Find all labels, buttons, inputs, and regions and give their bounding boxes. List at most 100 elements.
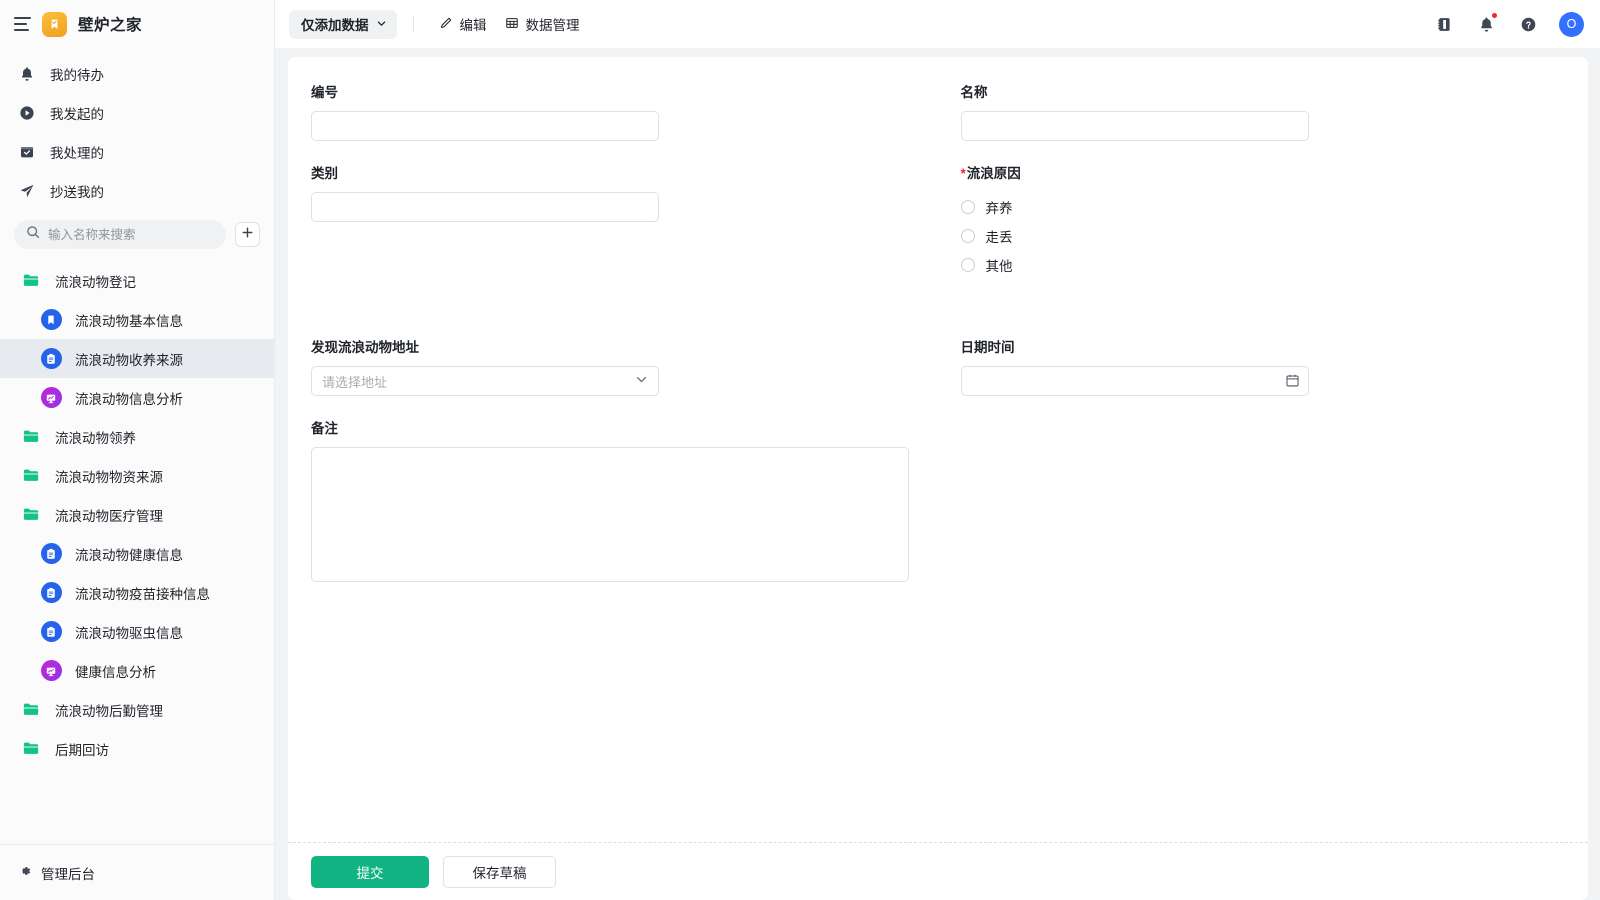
mode-dropdown[interactable]: 仅添加数据 bbox=[289, 9, 397, 39]
field-reason-label: *流浪原因 bbox=[961, 164, 1567, 183]
sidebar-item-label: 我的待办 bbox=[50, 67, 104, 83]
sidebar-tree-item[interactable]: 流浪动物后勤管理 bbox=[0, 690, 274, 729]
send-icon bbox=[18, 183, 36, 199]
content-stage: 编号 名称 类别 *流浪原因 弃养 走丢 其他 发现流浪动物地址 请选择地址 日… bbox=[275, 48, 1600, 900]
sidebar-tree-item[interactable]: 流浪动物健康信息 bbox=[0, 534, 274, 573]
mode-dropdown-label: 仅添加数据 bbox=[301, 18, 369, 33]
table-icon bbox=[505, 16, 519, 33]
sidebar-tree-item[interactable]: 流浪动物驱虫信息 bbox=[0, 612, 274, 651]
sidebar-item-label: 我发起的 bbox=[50, 106, 104, 122]
data-manage-button[interactable]: 数据管理 bbox=[496, 10, 589, 39]
gear-icon bbox=[18, 864, 32, 881]
chevron-down-icon bbox=[635, 373, 648, 389]
topbar-actions: O bbox=[1433, 11, 1584, 37]
avatar[interactable]: O bbox=[1559, 11, 1584, 37]
save-draft-button[interactable]: 保存草稿 bbox=[443, 855, 556, 888]
sidebar-tree-item[interactable]: 后期回访 bbox=[0, 729, 274, 768]
topbar: 仅添加数据 编辑 数据管理 O bbox=[275, 0, 1600, 48]
address-select-placeholder: 请选择地址 bbox=[322, 374, 388, 390]
clipboard-circle-icon bbox=[40, 348, 62, 370]
name-input[interactable] bbox=[960, 111, 1309, 141]
field-code-label: 编号 bbox=[311, 85, 338, 100]
form-grid-row-1: 编号 名称 类别 *流浪原因 弃养 走丢 其他 bbox=[311, 83, 1566, 302]
radio-label: 弃养 bbox=[985, 200, 1013, 216]
sidebar-item-my-todo[interactable]: 我的待办 bbox=[0, 54, 274, 93]
field-category: 类别 bbox=[311, 164, 917, 279]
admin-console-link[interactable]: 管理后台 bbox=[0, 844, 274, 900]
field-remark: 备注 bbox=[311, 419, 1566, 587]
search-box[interactable] bbox=[14, 220, 226, 249]
address-select[interactable]: 请选择地址 bbox=[311, 366, 659, 396]
notebook-icon[interactable] bbox=[1433, 13, 1455, 35]
field-name: 名称 bbox=[960, 83, 1567, 141]
sidebar-tree-item-label: 流浪动物基本信息 bbox=[75, 313, 183, 329]
edit-button-label: 编辑 bbox=[459, 18, 487, 33]
radio-option-abandoned[interactable]: 弃养 bbox=[960, 192, 1567, 221]
toolbar-divider bbox=[412, 15, 414, 33]
hamburger-icon[interactable] bbox=[14, 17, 31, 31]
field-reason-label-text: 流浪原因 bbox=[966, 166, 1021, 181]
data-manage-button-label: 数据管理 bbox=[525, 18, 580, 33]
bookmark-logo-icon bbox=[42, 11, 67, 37]
sidebar-item-my-initiated[interactable]: 我发起的 bbox=[0, 93, 274, 132]
folder-icon bbox=[20, 465, 42, 487]
sidebar-tree-item[interactable]: 流浪动物基本信息 bbox=[0, 300, 274, 339]
app-root: 壁炉之家 我的待办 我发起的 我处理的 抄送我的 输入名称来搜索 流浪动物登记 … bbox=[0, 0, 1600, 900]
field-code: 编号 bbox=[311, 83, 917, 141]
bookmark-circle-icon bbox=[40, 309, 62, 331]
sidebar-tree-item[interactable]: 流浪动物登记 bbox=[0, 261, 274, 300]
datetime-input[interactable] bbox=[960, 366, 1309, 396]
sidebar-tree-item[interactable]: 健康信息分析 bbox=[0, 651, 274, 690]
form-spacer bbox=[311, 302, 1566, 338]
sidebar-tree-item-label: 流浪动物物资来源 bbox=[55, 469, 163, 485]
sidebar-tree-item-label: 流浪动物疫苗接种信息 bbox=[75, 586, 210, 602]
radio-circle-icon bbox=[960, 257, 975, 272]
play-circle-icon bbox=[18, 105, 36, 121]
sidebar-tree-item[interactable]: 流浪动物医疗管理 bbox=[0, 495, 274, 534]
code-input[interactable] bbox=[311, 111, 659, 141]
sidebar: 壁炉之家 我的待办 我发起的 我处理的 抄送我的 输入名称来搜索 流浪动物登记 … bbox=[0, 0, 275, 900]
radio-label: 其他 bbox=[985, 258, 1013, 274]
chart-circle-icon bbox=[40, 387, 62, 409]
chart-circle-icon bbox=[40, 660, 62, 682]
remark-textarea[interactable] bbox=[311, 447, 909, 582]
edit-button[interactable]: 编辑 bbox=[430, 10, 496, 39]
sidebar-item-label: 我处理的 bbox=[50, 145, 104, 161]
plus-icon bbox=[241, 226, 254, 244]
sidebar-header: 壁炉之家 bbox=[0, 0, 274, 48]
sidebar-tree-item-label: 流浪动物驱虫信息 bbox=[75, 625, 183, 641]
sidebar-primary-nav: 我的待办 我发起的 我处理的 抄送我的 bbox=[0, 48, 274, 214]
notification-badge bbox=[1491, 12, 1498, 19]
notification-bell-icon[interactable] bbox=[1475, 12, 1498, 35]
sidebar-tree-item[interactable]: 流浪动物物资来源 bbox=[0, 456, 274, 495]
radio-label: 走丢 bbox=[985, 229, 1013, 245]
sidebar-item-cc-to-me[interactable]: 抄送我的 bbox=[0, 171, 274, 210]
search-input[interactable] bbox=[48, 227, 214, 242]
sidebar-item-my-handled[interactable]: 我处理的 bbox=[0, 132, 274, 171]
add-sheet-button[interactable] bbox=[235, 222, 260, 247]
clipboard-circle-icon bbox=[40, 621, 62, 643]
sidebar-tree-item[interactable]: 流浪动物收养来源 bbox=[0, 339, 274, 378]
reason-radio-group: 弃养 走丢 其他 bbox=[960, 192, 1567, 279]
admin-console-label: 管理后台 bbox=[41, 866, 95, 882]
search-icon bbox=[26, 225, 40, 244]
field-datetime-label: 日期时间 bbox=[960, 340, 1015, 355]
folder-icon bbox=[20, 426, 42, 448]
radio-option-lost[interactable]: 走丢 bbox=[960, 221, 1567, 250]
sidebar-tree-item-label: 流浪动物领养 bbox=[55, 430, 136, 446]
main-region: 仅添加数据 编辑 数据管理 O 编号 名称 类别 *流浪原因 弃养 走丢 其他 … bbox=[275, 0, 1600, 900]
sidebar-tree-item[interactable]: 流浪动物领养 bbox=[0, 417, 274, 456]
sidebar-tree-item-label: 流浪动物医疗管理 bbox=[55, 508, 163, 524]
sidebar-item-label: 抄送我的 bbox=[50, 184, 104, 200]
inbox-check-icon bbox=[18, 144, 36, 160]
bell-icon bbox=[18, 66, 36, 82]
folder-icon bbox=[20, 504, 42, 526]
radio-option-other[interactable]: 其他 bbox=[960, 250, 1567, 279]
sidebar-tree: 流浪动物登记流浪动物基本信息流浪动物收养来源 流浪动物信息分析流浪动物领养流浪动物… bbox=[0, 259, 274, 844]
help-circle-icon[interactable] bbox=[1517, 13, 1539, 35]
category-input[interactable] bbox=[311, 192, 659, 222]
sidebar-tree-item[interactable]: 流浪动物信息分析 bbox=[0, 378, 274, 417]
submit-button[interactable]: 提交 bbox=[311, 855, 429, 888]
sidebar-tree-item[interactable]: 流浪动物疫苗接种信息 bbox=[0, 573, 274, 612]
field-remark-label: 备注 bbox=[311, 421, 338, 436]
